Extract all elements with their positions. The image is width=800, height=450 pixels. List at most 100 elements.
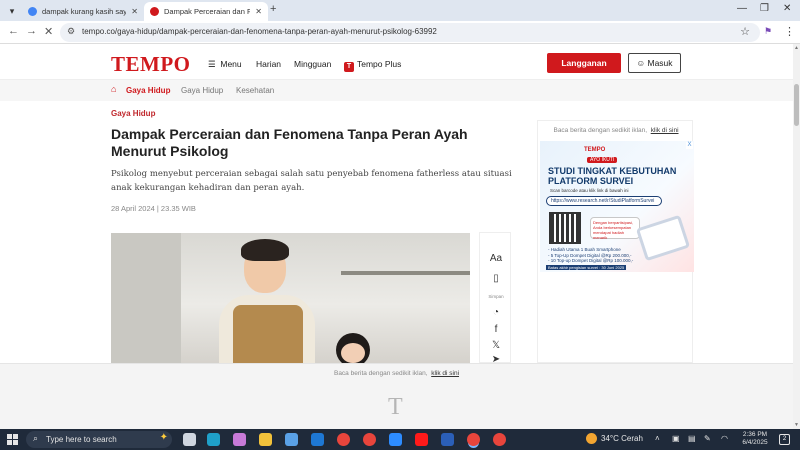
taskbar-chrome-1-icon[interactable] [337,433,350,446]
section-home-link[interactable]: ⌂ [111,84,116,94]
taskbar-chrome-active-icon[interactable] [467,433,480,446]
scrollbar-thumb[interactable] [794,84,799,126]
notifications-icon[interactable]: 2 [779,434,790,445]
google-favicon-icon [28,7,37,16]
bottom-ad-note: Baca berita dengan sedikit iklan, klik d… [333,370,460,377]
back-icon[interactable]: ← [8,25,19,37]
clock-date: 6/4/2025 [742,439,768,446]
weather-sun-icon[interactable] [586,433,597,444]
taskbar-search[interactable]: ⌕ Type here to search ✦ [26,431,172,448]
site-settings-icon[interactable]: ⚙ [67,26,75,37]
tempo-t-logo-icon: T [388,394,403,420]
scroll-down-icon[interactable]: ▼ [794,422,799,428]
taskbar-word-icon[interactable] [441,433,454,446]
new-tab-button[interactable]: + [270,3,276,15]
page-scrollbar[interactable]: ▲ ▼ [793,44,800,429]
network-icon[interactable]: ▤ [688,434,696,443]
minimize-button[interactable]: — [737,3,747,14]
menu-button[interactable]: ☰ Menu [208,59,242,70]
taskbar-copilot-icon[interactable] [233,433,246,446]
tempo-plus-icon: T [344,62,354,72]
bookmark-star-icon[interactable]: ☆ [740,25,750,38]
whatsapp-icon[interactable]: ◔ [480,307,512,318]
section-subnav: ⌂ Gaya Hidup Gaya Hidup Kesehatan [0,80,793,101]
ad-headline: STUDI TINGKAT KEBUTUHAN PLATFORM SURVEI [548,166,677,186]
share-rail: Aa ▯ Simpan ◔ f 𝕏 ➤ [479,232,512,365]
ad-close-icon[interactable]: X [686,142,693,149]
ad-scan-text: Scan barcode atau klik link di bawah ini [550,188,629,193]
scroll-up-icon[interactable]: ▲ [794,45,799,51]
ad-free-link[interactable]: klik di sini [651,127,679,134]
save-caption: Simpan [488,294,504,299]
taskbar-outlook-icon[interactable] [311,433,324,446]
subscribe-button[interactable]: Langganan [547,53,621,73]
subnav-item-kesehatan[interactable]: Kesehatan [236,86,274,95]
close-tab-icon[interactable]: ✕ [255,7,262,16]
ad-brand: TEMPO [584,147,606,153]
browser-menu-icon[interactable]: ⋮ [784,25,795,38]
article-title: Dampak Perceraian dan Fenomena Tanpa Per… [111,126,468,159]
stop-loading-icon[interactable]: ✕ [44,25,53,38]
ad-prizes: - Hadiah Utama 1 Buah Smartphone - 5 Top… [548,247,634,263]
tray-chevron-icon[interactable]: ˄ [655,434,660,443]
menu-icon: ☰ [208,59,216,69]
pen-icon[interactable]: ✎ [704,434,711,443]
sidebar-ad: Baca berita dengan sedikit iklan, klik d… [537,120,694,363]
url-field[interactable]: ⚙ tempo.co/gaya-hidup/dampak-perceraian-… [60,23,760,42]
forward-icon[interactable]: → [26,25,37,37]
search-icon: ⌕ [33,433,39,443]
user-icon: ☺ [636,58,646,68]
survey-ad-banner[interactable]: X TEMPO AYO IKUTI STUDI TINGKAT KEBUTUHA… [540,141,694,272]
taskbar-file-explorer-icon[interactable] [259,433,272,446]
article-category[interactable]: Gaya Hidup [111,109,155,118]
nav-mingguan[interactable]: Mingguan [294,59,331,69]
tempo-plus-label: Tempo Plus [357,59,402,69]
taskbar-edge-icon[interactable] [207,433,220,446]
address-bar: ← → ✕ ⚙ tempo.co/gaya-hidup/dampak-perce… [0,21,800,44]
tab-dampak-kurang[interactable]: dampak kurang kasih sayang pa ✕ [22,2,144,21]
close-tab-icon[interactable]: ✕ [131,7,138,16]
ad-survey-link[interactable]: https://www.research.net/r/StudiPlatform… [546,196,662,206]
tab-search-icon[interactable]: ▾ [4,3,20,19]
taskbar-zoom-icon[interactable] [389,433,402,446]
taskbar-store-icon[interactable] [285,433,298,446]
subnav-item-gaya-hidup-active[interactable]: Gaya Hidup [126,86,170,95]
font-size-icon[interactable]: Aa [480,253,512,264]
url-text: tempo.co/gaya-hidup/dampak-perceraian-da… [82,27,437,36]
weather-text[interactable]: 34°C Cerah [601,434,643,443]
bottom-ad-free-link[interactable]: klik di sini [431,370,459,377]
login-button[interactable]: ☺ Masuk [628,53,681,73]
facebook-icon[interactable]: f [480,324,512,335]
taskbar-task-view-icon[interactable] [183,433,196,446]
article-hero-image [111,233,470,363]
tab-title: dampak kurang kasih sayang pa [42,7,127,16]
site-header: TEMPO ☰ Menu Harian Mingguan T Tempo Plus… [0,44,793,80]
windows-taskbar: ⌕ Type here to search ✦ 34°C Cerah ˄ ▣ ▤… [0,429,800,450]
home-icon: ⌂ [111,84,117,94]
search-highlight-icon: ✦ [159,432,168,443]
wifi-icon[interactable]: ◠ [721,434,728,443]
subnav-item-gaya-hidup[interactable]: Gaya Hidup [181,86,223,95]
tempo-logo[interactable]: TEMPO [111,52,191,77]
login-label: Masuk [647,58,673,68]
nav-tempo-plus[interactable]: T Tempo Plus [344,59,401,72]
bottom-sticky-ad: Baca berita dengan sedikit iklan, klik d… [0,363,793,429]
extension-icon[interactable]: ⚑ [764,26,772,37]
taskbar-chrome-3-icon[interactable] [493,433,506,446]
taskbar-chrome-2-icon[interactable] [363,433,376,446]
bookmark-icon[interactable]: ▯ [480,273,512,284]
tab-title: Dampak Perceraian dan Fenome [164,7,251,16]
windows-start-icon[interactable] [7,434,18,445]
article-date: 28 April 2024 | 23.35 WIB [111,204,196,213]
taskbar-clock[interactable]: 2:36 PM 6/4/2025 [740,431,770,447]
x-twitter-icon[interactable]: 𝕏 [480,340,512,351]
taskbar-youtube-icon[interactable] [415,433,428,446]
tray-app-icon[interactable]: ▣ [672,434,680,443]
clock-time: 2:36 PM [742,431,768,438]
maximize-button[interactable]: ❐ [760,3,769,14]
close-window-button[interactable]: ✕ [783,3,791,14]
article-lead: Psikolog menyebut perceraian sebagai sal… [111,169,512,193]
search-placeholder: Type here to search [46,435,117,444]
nav-harian[interactable]: Harian [256,59,281,69]
tab-dampak-perceraian[interactable]: Dampak Perceraian dan Fenome ✕ [144,2,268,21]
